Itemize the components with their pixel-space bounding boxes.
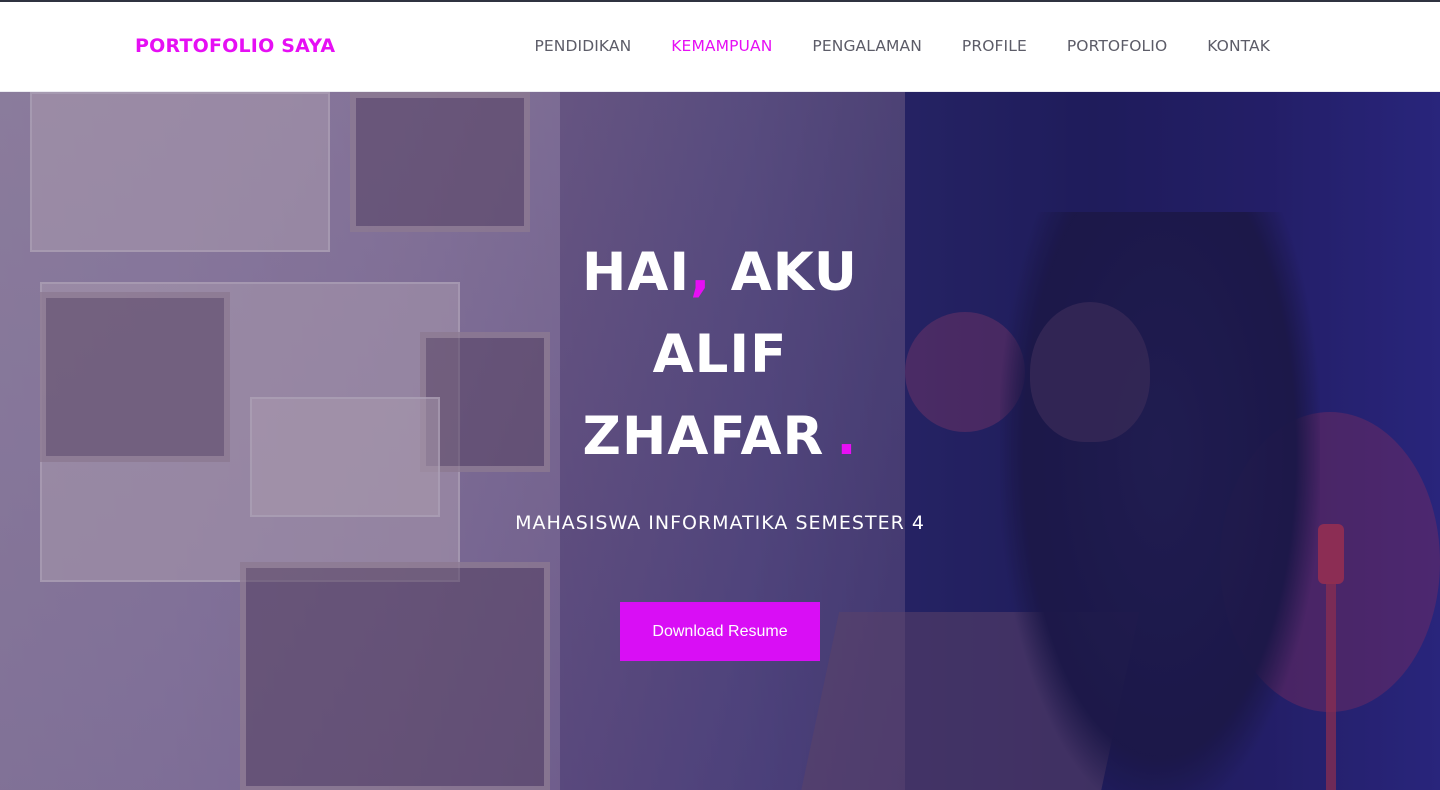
nav-link-portofolio[interactable]: PORTOFOLIO	[1067, 37, 1167, 55]
download-resume-button[interactable]: Download Resume	[620, 602, 820, 661]
hero-title-line-1: HAI, AKU	[0, 242, 1440, 303]
hero-title-line-3: ZHAFAR.	[0, 406, 1440, 467]
hero-content: HAI, AKU ALIF ZHAFAR. MAHASISWA INFORMAT…	[0, 92, 1440, 790]
nav-link-profile[interactable]: PROFILE	[962, 37, 1027, 55]
hero-greeting: HAI	[582, 242, 691, 303]
hero-dot-accent: .	[836, 406, 858, 467]
navbar: PORTOFOLIO SAYA PENDIDIKAN KEMAMPUAN PEN…	[0, 2, 1440, 92]
hero-section: HAI, AKU ALIF ZHAFAR. MAHASISWA INFORMAT…	[0, 92, 1440, 790]
nav-link-pendidikan[interactable]: PENDIDIKAN	[534, 37, 631, 55]
hero-comma-accent: ,	[690, 242, 712, 303]
nav-link-kontak[interactable]: KONTAK	[1207, 37, 1270, 55]
hero-aku: AKU	[711, 242, 858, 303]
hero-subtitle: MAHASISWA INFORMATIKA SEMESTER 4	[515, 512, 925, 534]
nav-link-kemampuan[interactable]: KEMAMPUAN	[671, 37, 772, 55]
hero-title-line-2: ALIF	[652, 324, 788, 385]
brand-logo-link[interactable]: PORTOFOLIO SAYA	[135, 35, 335, 57]
hero-last-name: ZHAFAR	[582, 406, 825, 467]
nav-menu: PENDIDIKAN KEMAMPUAN PENGALAMAN PROFILE …	[534, 37, 1270, 55]
nav-link-pengalaman[interactable]: PENGALAMAN	[812, 37, 922, 55]
